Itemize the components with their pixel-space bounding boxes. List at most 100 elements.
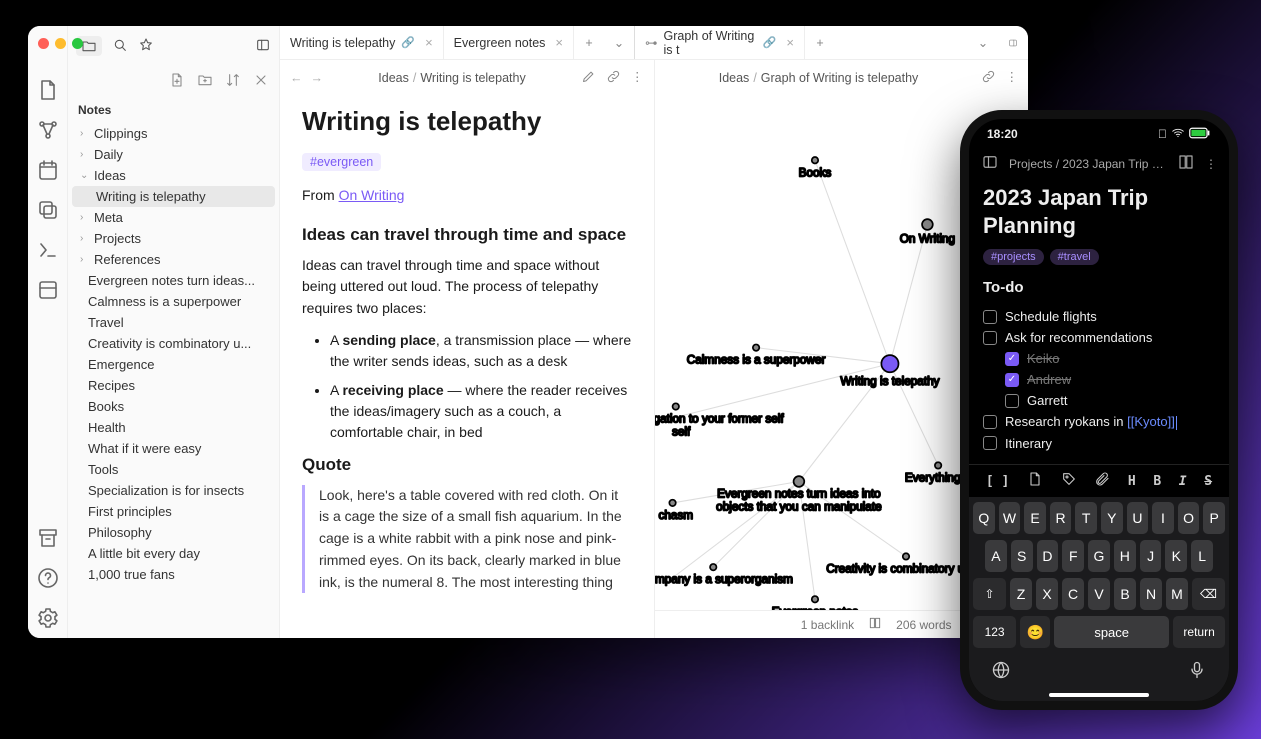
brackets-icon[interactable]: [ ] — [986, 474, 1009, 489]
checkbox-icon[interactable] — [983, 415, 997, 429]
folder-references[interactable]: ›References — [68, 249, 279, 270]
tab-graph[interactable]: ⊶ Graph of Writing is t 🔗 × — [635, 26, 805, 59]
file-item[interactable]: First principles — [68, 501, 279, 522]
checkbox-checked-icon[interactable]: ✓ — [1005, 352, 1019, 366]
layout-icon[interactable] — [36, 278, 60, 302]
mic-icon[interactable] — [1187, 660, 1207, 685]
onscreen-keyboard[interactable]: Q W E R T Y U I O P A S D F G H J K L ⇧ … — [969, 497, 1229, 701]
todo-item[interactable]: Itinerary — [983, 433, 1215, 454]
close-panel-icon[interactable] — [253, 72, 269, 91]
file-item[interactable]: Travel — [68, 312, 279, 333]
folder-meta[interactable]: ›Meta — [68, 207, 279, 228]
reader-icon[interactable] — [1177, 153, 1195, 174]
key-s[interactable]: S — [1011, 540, 1033, 572]
globe-icon[interactable] — [991, 660, 1011, 685]
file-item[interactable]: Creativity is combinatory u... — [68, 333, 279, 354]
breadcrumb[interactable]: Projects / 2023 Japan Trip Pl... — [1009, 157, 1167, 171]
checkbox-checked-icon[interactable]: ✓ — [1005, 373, 1019, 387]
key-r[interactable]: R — [1050, 502, 1072, 534]
file-item[interactable]: Philosophy — [68, 522, 279, 543]
terminal-icon[interactable] — [36, 238, 60, 262]
new-tab-button[interactable]: + — [805, 26, 835, 59]
heading-button[interactable]: H — [1128, 474, 1136, 489]
key-b[interactable]: B — [1114, 578, 1136, 610]
bold-button[interactable]: B — [1153, 474, 1161, 489]
folder-projects[interactable]: ›Projects — [68, 228, 279, 249]
todo-item[interactable]: Schedule flights — [983, 306, 1215, 327]
file-item[interactable]: Specialization is for insects — [68, 480, 279, 501]
key-e[interactable]: E — [1024, 502, 1046, 534]
close-window-icon[interactable] — [38, 38, 49, 49]
key-shift[interactable]: ⇧ — [973, 578, 1006, 610]
key-i[interactable]: I — [1152, 502, 1174, 534]
close-tab-icon[interactable]: × — [425, 35, 433, 50]
key-z[interactable]: Z — [1010, 578, 1032, 610]
new-note-icon[interactable] — [36, 78, 60, 102]
key-m[interactable]: M — [1166, 578, 1188, 610]
home-indicator[interactable] — [1049, 693, 1149, 697]
key-k[interactable]: K — [1165, 540, 1187, 572]
wikilink-kyoto[interactable]: [[Kyoto]] — [1127, 414, 1175, 429]
book-icon[interactable] — [868, 616, 882, 633]
italic-button[interactable]: I — [1179, 474, 1187, 489]
nav-back-icon[interactable]: ← — [290, 71, 303, 85]
file-item[interactable]: Emergence — [68, 354, 279, 375]
tab-dropdown-icon[interactable]: ⌄ — [968, 35, 998, 50]
file-writing-is-telepathy[interactable]: Writing is telepathy — [72, 186, 275, 207]
file-item[interactable]: Tools — [68, 459, 279, 480]
todo-item[interactable]: Research ryokans in [[Kyoto]] — [983, 411, 1215, 433]
tag-projects[interactable]: #projects — [983, 249, 1044, 265]
file-item[interactable]: Calmness is a superpower — [68, 291, 279, 312]
more-icon[interactable]: ⋮ — [631, 69, 644, 87]
key-t[interactable]: T — [1075, 502, 1097, 534]
key-j[interactable]: J — [1140, 540, 1162, 572]
maximize-window-icon[interactable] — [72, 38, 83, 49]
key-emoji[interactable]: 😊 — [1020, 616, 1050, 648]
key-o[interactable]: O — [1178, 502, 1200, 534]
tag-evergreen[interactable]: #evergreen — [302, 153, 381, 171]
file-item[interactable]: A little bit every day — [68, 543, 279, 564]
tab-evergreen[interactable]: Evergreen notes × — [444, 26, 574, 59]
key-x[interactable]: X — [1036, 578, 1058, 610]
edit-icon[interactable] — [581, 69, 596, 87]
minimize-window-icon[interactable] — [55, 38, 66, 49]
folder-daily[interactable]: ›Daily — [68, 144, 279, 165]
file-item[interactable]: What if it were easy — [68, 438, 279, 459]
file-item[interactable]: Evergreen notes turn ideas... — [68, 270, 279, 291]
key-g[interactable]: G — [1088, 540, 1110, 572]
folder-clippings[interactable]: ›Clippings — [68, 123, 279, 144]
tab-dropdown-icon[interactable]: ⌄ — [604, 26, 634, 59]
file-item[interactable]: Health — [68, 417, 279, 438]
new-tab-button[interactable]: + — [574, 26, 604, 59]
checkbox-icon[interactable] — [983, 331, 997, 345]
folder-ideas[interactable]: ⌄Ideas — [68, 165, 279, 186]
link-icon[interactable] — [981, 69, 996, 87]
todo-item[interactable]: ✓Keiko — [983, 348, 1215, 369]
close-tab-icon[interactable]: × — [555, 35, 563, 50]
archive-icon[interactable] — [36, 526, 60, 550]
breadcrumb[interactable]: Ideas/Writing is telepathy — [331, 71, 573, 85]
more-icon[interactable]: ⋮ — [1006, 69, 1019, 87]
breadcrumb[interactable]: Ideas/Graph of Writing is telepathy — [665, 71, 973, 85]
left-panel-icon[interactable] — [981, 153, 999, 174]
checkbox-icon[interactable] — [1005, 394, 1019, 408]
close-tab-icon[interactable]: × — [786, 35, 794, 50]
todo-item[interactable]: Ask for recommendations — [983, 327, 1215, 348]
file-item[interactable]: Books — [68, 396, 279, 417]
link-icon[interactable] — [606, 69, 621, 87]
settings-icon[interactable] — [36, 606, 60, 630]
new-folder-icon[interactable] — [197, 72, 213, 91]
key-y[interactable]: Y — [1101, 502, 1123, 534]
tag-travel[interactable]: #travel — [1050, 249, 1099, 265]
new-file-icon[interactable] — [169, 72, 185, 91]
checkbox-icon[interactable] — [983, 310, 997, 324]
key-c[interactable]: C — [1062, 578, 1084, 610]
tag-icon[interactable] — [1061, 471, 1077, 491]
star-icon[interactable] — [138, 37, 154, 56]
document-body[interactable]: Writing is telepathy #evergreen From On … — [280, 96, 654, 623]
copy-icon[interactable] — [36, 198, 60, 222]
todo-item[interactable]: ✓Andrew — [983, 369, 1215, 390]
backlinks-count[interactable]: 1 backlink — [801, 618, 854, 632]
panel-toggle-icon[interactable] — [255, 37, 271, 56]
key-u[interactable]: U — [1127, 502, 1149, 534]
